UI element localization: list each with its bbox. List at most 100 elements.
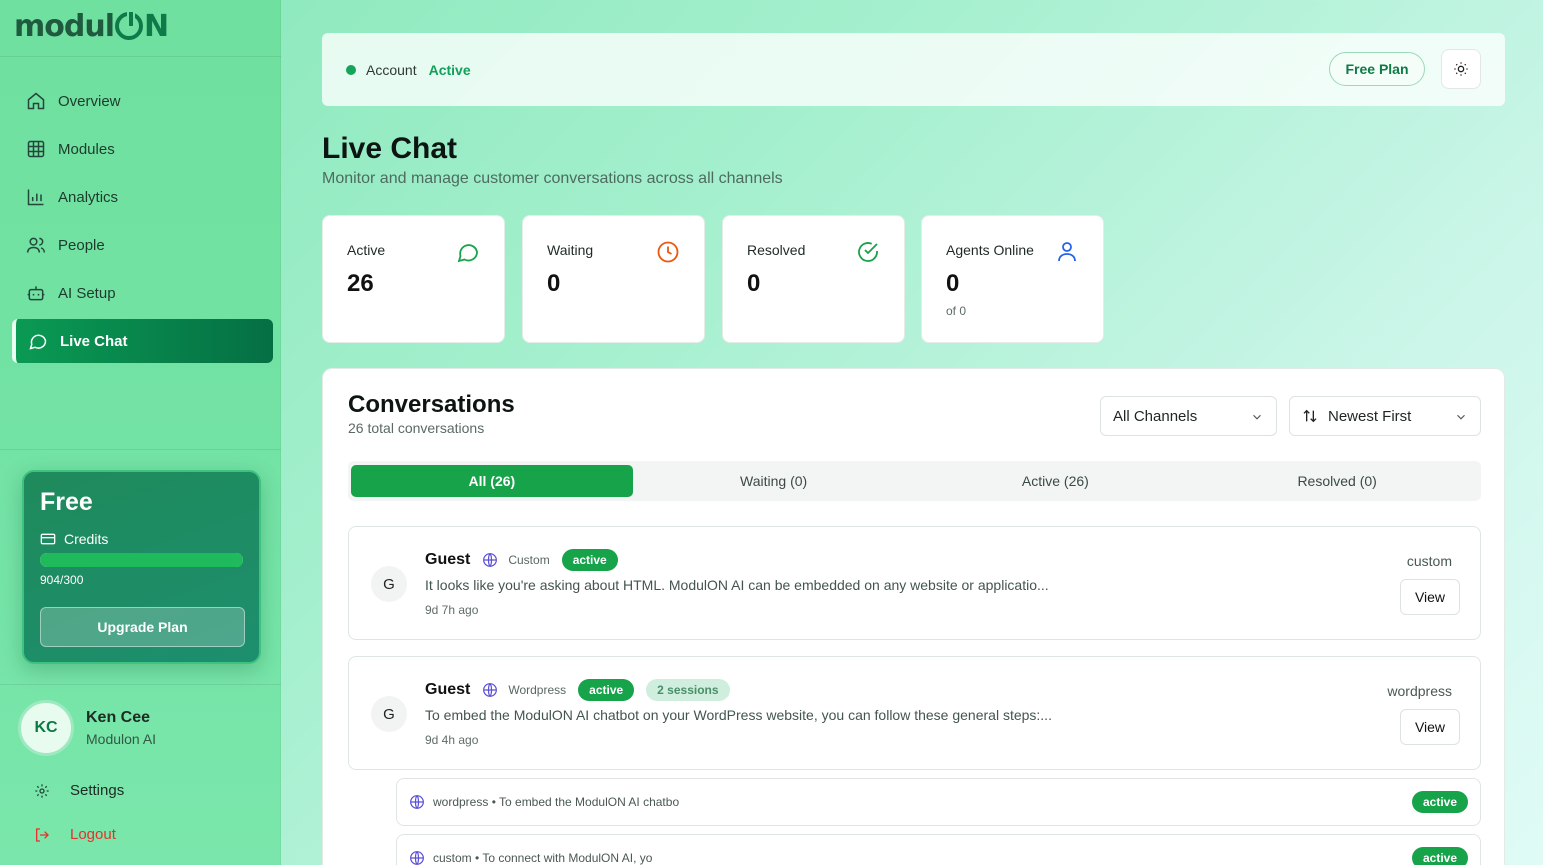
credits-label: Credits — [64, 531, 109, 547]
account-status: Active — [428, 61, 471, 78]
credits-count: 904/300 — [40, 573, 84, 587]
view-button[interactable]: View — [1400, 709, 1460, 745]
logout-link[interactable]: Logout — [34, 826, 116, 843]
settings-label: Settings — [70, 782, 125, 799]
sidebar-item-analytics[interactable]: Analytics — [12, 175, 273, 219]
conversation-preview: It looks like you're asking about HTML. … — [425, 577, 1049, 593]
credit-card-icon — [40, 533, 56, 545]
avatar: G — [371, 696, 407, 732]
status-badge: active — [1411, 847, 1468, 865]
stat-value: 0 — [946, 270, 960, 297]
session-text: wordpress • To embed the ModulON AI chat… — [433, 795, 680, 809]
credits-progress-fill — [40, 553, 243, 567]
settings-link[interactable]: Settings — [34, 782, 124, 799]
globe-icon — [483, 683, 498, 697]
users-icon — [26, 237, 46, 253]
conversation-time: 9d 7h ago — [425, 603, 479, 617]
status-badge: active — [1411, 791, 1468, 813]
chat-icon — [29, 334, 47, 350]
sidebar-item-label: Modules — [58, 140, 115, 158]
tab-resolved[interactable]: Resolved (0) — [1196, 465, 1478, 497]
credits-row: Credits — [40, 531, 243, 547]
conversations-panel: Conversations 26 total conversations All… — [322, 368, 1505, 865]
page-title: Live Chat — [322, 132, 458, 165]
account-bar: Account Active Free Plan — [322, 33, 1505, 106]
globe-icon — [410, 795, 424, 809]
session-text: custom • To connect with ModulON AI, yo — [433, 851, 653, 865]
channel-filter-select[interactable]: All Channels — [1100, 396, 1277, 436]
user-icon — [1058, 242, 1076, 262]
sidebar-item-label: Analytics — [58, 188, 119, 206]
user-profile[interactable]: KC Ken Cee Modulon AI — [18, 700, 156, 756]
tab-active[interactable]: Active (26) — [915, 465, 1197, 497]
conversation-channel: Wordpress — [508, 683, 567, 697]
conversation-source: wordpress — [1387, 683, 1452, 699]
theme-toggle-button[interactable] — [1441, 49, 1481, 89]
conversation-name: Guest — [425, 551, 471, 568]
sun-icon — [1454, 62, 1468, 76]
status-badge: active — [578, 679, 635, 701]
power-icon — [115, 10, 143, 40]
sort-value: Newest First — [1328, 407, 1412, 425]
globe-icon — [410, 851, 424, 865]
stat-value: 26 — [347, 270, 374, 297]
sidebar-item-people[interactable]: People — [12, 223, 273, 267]
sidebar-item-label: Overview — [58, 92, 121, 110]
sidebar-item-label: People — [58, 236, 105, 254]
plan-title: Free — [40, 488, 93, 516]
logout-icon — [36, 827, 49, 842]
conversation-name: Guest — [425, 681, 471, 698]
sidebar-divider — [0, 449, 281, 450]
credits-progress-bar — [40, 553, 243, 567]
chevron-down-icon — [1253, 414, 1261, 420]
stat-card-active: Active 26 — [322, 215, 505, 343]
tab-waiting[interactable]: Waiting (0) — [633, 465, 915, 497]
conversation-header: Guest Custom active — [425, 549, 618, 571]
home-icon — [27, 92, 45, 110]
upgrade-plan-button[interactable]: Upgrade Plan — [40, 607, 245, 647]
conversation-item[interactable]: G Guest Custom active It looks like you'… — [348, 526, 1481, 640]
avatar: G — [371, 566, 407, 602]
user-name: Ken Cee — [86, 709, 151, 726]
sort-select[interactable]: Newest First — [1289, 396, 1481, 436]
sidebar-divider — [0, 684, 281, 685]
sort-icon — [1303, 409, 1317, 423]
bot-icon — [27, 286, 45, 301]
user-org: Modulon AI — [86, 731, 157, 747]
stat-card-waiting: Waiting 0 — [522, 215, 705, 343]
user-info: Ken Cee Modulon AI — [86, 709, 156, 747]
brand-logo[interactable]: modul N — [14, 8, 169, 44]
view-button[interactable]: View — [1400, 579, 1460, 615]
status-dot — [346, 64, 356, 75]
conversation-preview: To embed the ModulON AI chatbot on your … — [425, 707, 1052, 723]
sidebar-item-ai-setup[interactable]: AI Setup — [12, 271, 273, 315]
logout-label: Logout — [70, 826, 116, 843]
free-plan-button[interactable]: Free Plan — [1329, 52, 1425, 86]
stat-value: 0 — [747, 270, 761, 297]
sidebar-nav: Overview Modules Analytics People AI Set… — [12, 79, 273, 367]
sidebar-item-label: Live Chat — [60, 332, 128, 350]
check-circle-icon — [858, 242, 878, 262]
stat-sub: of 0 — [946, 304, 967, 318]
avatar: KC — [18, 700, 74, 756]
stat-card-resolved: Resolved 0 — [722, 215, 905, 343]
conversation-item[interactable]: G Guest Wordpress active 2 sessions To e… — [348, 656, 1481, 770]
sidebar-item-live-chat[interactable]: Live Chat — [12, 319, 273, 363]
logo-prefix: modul — [14, 8, 115, 44]
plan-card: Free Credits 904/300 Upgrade Plan — [22, 470, 261, 664]
conversation-header: Guest Wordpress active 2 sessions — [425, 679, 730, 701]
logo-on: N — [114, 9, 169, 44]
conversation-source: custom — [1406, 553, 1452, 569]
status-tabs: All (26) Waiting (0) Active (26) Resolve… — [348, 461, 1481, 501]
sidebar-item-modules[interactable]: Modules — [12, 127, 273, 171]
conversation-channel: Custom — [508, 553, 550, 567]
sidebar-item-label: AI Setup — [58, 284, 116, 302]
stat-value: 0 — [547, 270, 561, 297]
session-item[interactable]: wordpress • To embed the ModulON AI chat… — [396, 778, 1481, 826]
stat-card-agents-online: Agents Online 0 of 0 — [921, 215, 1104, 343]
sidebar-item-overview[interactable]: Overview — [12, 79, 273, 123]
session-item[interactable]: custom • To connect with ModulON AI, yo … — [396, 834, 1481, 865]
tab-all[interactable]: All (26) — [351, 465, 633, 497]
channel-filter-value: All Channels — [1113, 407, 1198, 425]
conversations-title: Conversations — [348, 391, 515, 418]
